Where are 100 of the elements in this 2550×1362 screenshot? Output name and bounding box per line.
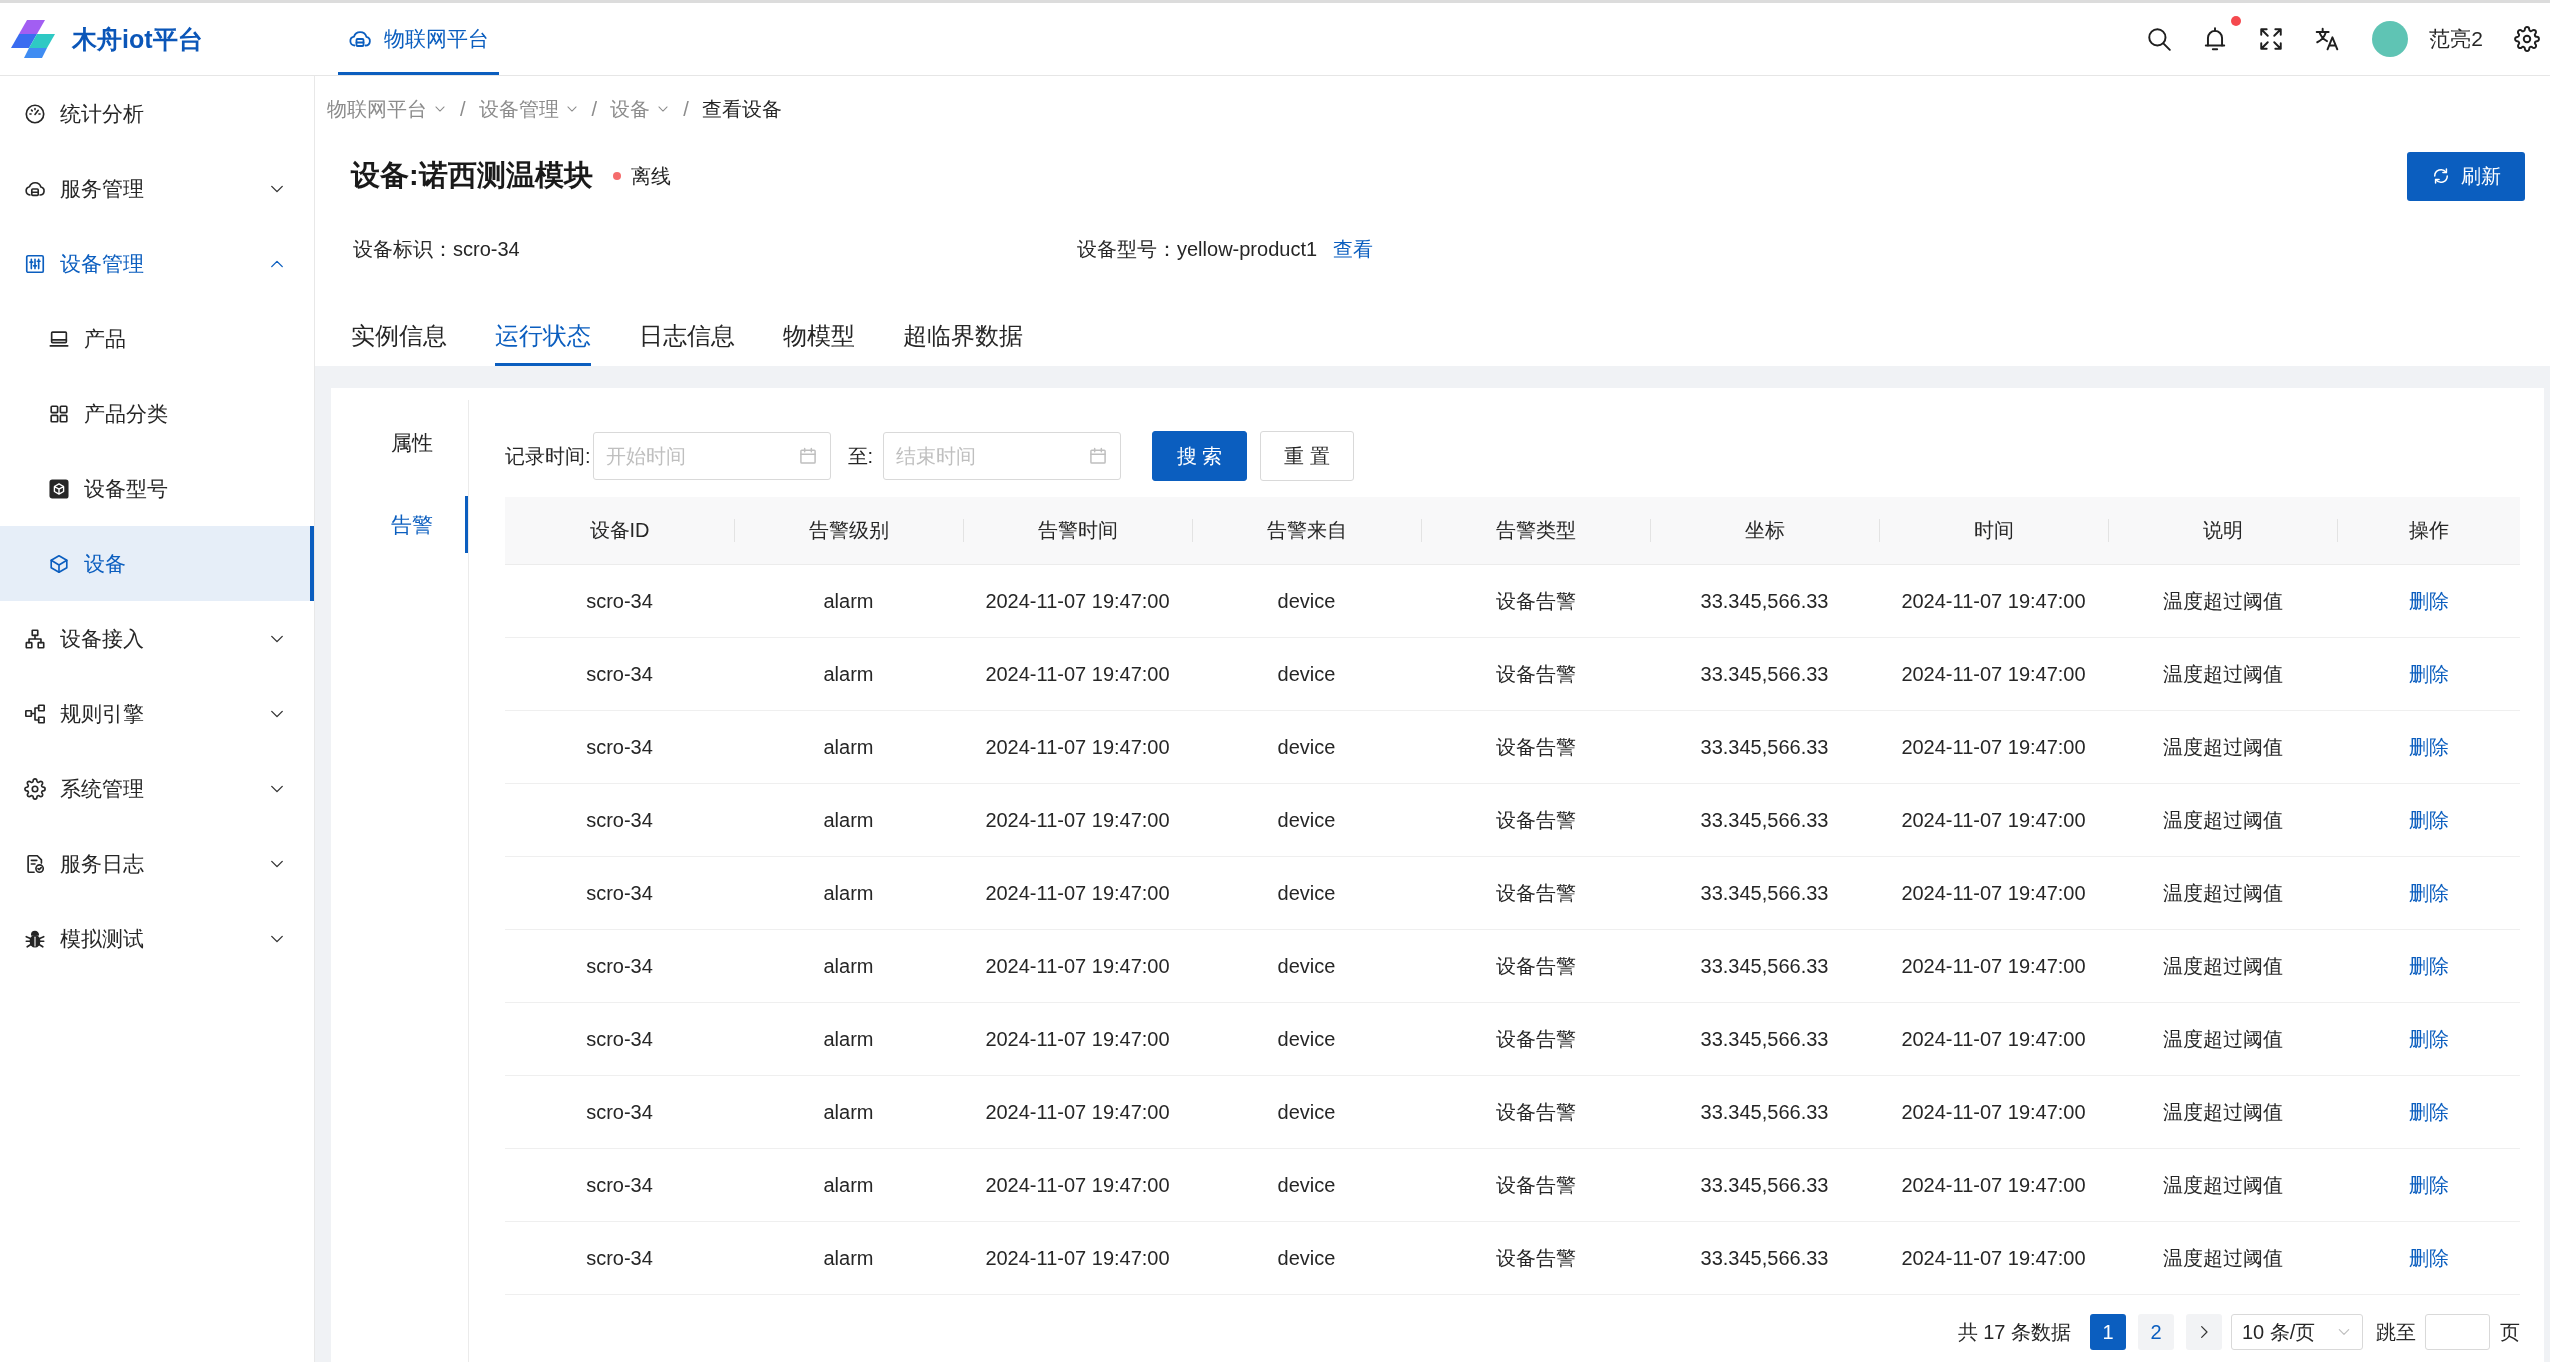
table-cell-text: 温度超过阈值 xyxy=(2161,953,2284,979)
table-cell-text: alarm xyxy=(822,807,875,833)
table-cell-text: 2024-11-07 19:47:00 xyxy=(984,1099,1171,1125)
table-cell-text: scro-34 xyxy=(585,1245,654,1271)
jump-page-field[interactable] xyxy=(2425,1314,2490,1350)
search-icon[interactable] xyxy=(2146,26,2173,52)
delete-link[interactable]: 删除 xyxy=(2408,733,2449,761)
page-size-select[interactable]: 10 条/页 xyxy=(2231,1314,2363,1350)
side-tab[interactable]: 告警 xyxy=(331,496,468,553)
tab[interactable]: 实例信息 xyxy=(351,319,447,366)
delete-link[interactable]: 删除 xyxy=(2408,1171,2449,1199)
date-field[interactable]: 开始时间 xyxy=(592,432,831,480)
user-name[interactable]: 范亮2 xyxy=(2429,25,2483,53)
delete-link[interactable]: 删除 xyxy=(2408,879,2449,907)
table-cell-text: alarm xyxy=(822,953,875,979)
sidebar-item[interactable]: 设备接入 xyxy=(0,601,314,676)
table-cell-text: device xyxy=(1276,953,1337,979)
view-link[interactable]: 查看 xyxy=(1333,235,1374,263)
breadcrumb-link[interactable]: 设备 xyxy=(610,94,671,124)
breadcrumb-link[interactable]: 物联网平台 xyxy=(327,94,447,124)
info-label: 设备标识： xyxy=(353,237,453,262)
table-cell-text: 2024-11-07 19:47:00 xyxy=(984,588,1171,614)
settings-icon[interactable] xyxy=(2514,26,2540,52)
tab[interactable]: 物模型 xyxy=(783,319,855,366)
table-cell-text: 设备告警 xyxy=(1494,734,1577,760)
table-cell-text: 2024-11-07 19:47:00 xyxy=(1900,953,2087,979)
sidebar-item[interactable]: 模拟测试 xyxy=(0,901,314,976)
table-cell-text: 设备告警 xyxy=(1494,807,1577,833)
delete-link[interactable]: 删除 xyxy=(2408,1098,2449,1126)
table-cell-text: alarm xyxy=(822,1172,875,1198)
cube-square-icon xyxy=(48,477,70,500)
delete-link[interactable]: 删除 xyxy=(2408,1244,2449,1272)
table-cell-text: 33.345,566.33 xyxy=(1699,588,1830,614)
column-header: 告警时间 xyxy=(963,497,1192,564)
table-cell-text: 33.345,566.33 xyxy=(1699,880,1830,906)
cube-icon xyxy=(48,552,70,575)
tab[interactable]: 日志信息 xyxy=(639,319,735,366)
table-cell-text: device xyxy=(1276,1172,1337,1198)
table-cell-text: 设备告警 xyxy=(1494,880,1577,906)
breadcrumb-link[interactable]: 设备管理 xyxy=(478,94,579,124)
delete-link[interactable]: 删除 xyxy=(2408,952,2449,980)
table-cell-text: 2024-11-07 19:47:00 xyxy=(984,1245,1171,1271)
sidebar-item[interactable]: 产品 xyxy=(0,301,314,376)
table-cell-text: alarm xyxy=(822,1026,875,1052)
delete-link[interactable]: 删除 xyxy=(2408,660,2449,688)
grid-icon xyxy=(48,402,70,425)
side-tab[interactable]: 属性 xyxy=(331,414,468,471)
table-cell-text: device xyxy=(1276,661,1337,687)
page-button[interactable]: 2 xyxy=(2138,1314,2174,1350)
table-cell-text: 温度超过阈值 xyxy=(2161,588,2284,614)
delete-link[interactable]: 删除 xyxy=(2408,1025,2449,1053)
table-cell-text: 设备告警 xyxy=(1494,1172,1577,1198)
sidebar-item[interactable]: 服务日志 xyxy=(0,826,314,901)
table-cell-text: scro-34 xyxy=(585,1026,654,1052)
table-cell-text: alarm xyxy=(822,734,875,760)
column-header: 告警来自 xyxy=(1192,497,1421,564)
column-header: 坐标 xyxy=(1650,497,1879,564)
sidebar-item[interactable]: 统计分析 xyxy=(0,76,314,151)
table-cell-text: 温度超过阈值 xyxy=(2161,1172,2284,1198)
table-cell-text: scro-34 xyxy=(585,734,654,760)
delete-link[interactable]: 删除 xyxy=(2408,587,2449,615)
fullscreen-icon[interactable] xyxy=(2258,26,2285,52)
search-button[interactable]: 搜 索 xyxy=(1152,431,1248,481)
table-cell-text: 温度超过阈值 xyxy=(2161,880,2284,906)
sidebar-item[interactable]: 设备管理 xyxy=(0,226,314,301)
table-cell-text: scro-34 xyxy=(585,588,654,614)
table-cell-text: device xyxy=(1276,1026,1337,1052)
nav-tab[interactable]: 物联网平台 xyxy=(338,3,499,75)
reset-button[interactable]: 重 置 xyxy=(1260,431,1355,481)
table-cell-text: 2024-11-07 19:47:00 xyxy=(984,734,1171,760)
table-cell-text: 33.345,566.33 xyxy=(1699,1245,1830,1271)
date-field[interactable]: 结束时间 xyxy=(883,432,1122,480)
tab[interactable]: 超临界数据 xyxy=(903,319,1023,366)
breadcrumb-separator: / xyxy=(459,97,467,122)
page-button[interactable]: 1 xyxy=(2090,1314,2126,1350)
table-cell-text: 温度超过阈值 xyxy=(2161,807,2284,833)
table-cell-text: scro-34 xyxy=(585,1099,654,1125)
table-cell-text: 设备告警 xyxy=(1494,1245,1577,1271)
sidebar-item[interactable]: 产品分类 xyxy=(0,376,314,451)
table-cell-text: 设备告警 xyxy=(1494,953,1577,979)
table-cell-text: scro-34 xyxy=(585,880,654,906)
delete-link[interactable]: 删除 xyxy=(2408,806,2449,834)
sidebar-item[interactable]: 设备 xyxy=(0,526,314,601)
column-header: 说明 xyxy=(2108,497,2337,564)
table-cell-text: 设备告警 xyxy=(1494,588,1577,614)
range-separator-label: 至: xyxy=(847,443,874,469)
table-cell-text: 2024-11-07 19:47:00 xyxy=(984,661,1171,687)
table-cell-text: 2024-11-07 19:47:00 xyxy=(984,1026,1171,1052)
sidebar-item[interactable]: 系统管理 xyxy=(0,751,314,826)
sidebar-item[interactable]: 服务管理 xyxy=(0,151,314,226)
sidebar-item[interactable]: 设备型号 xyxy=(0,451,314,526)
table-cell-text: 2024-11-07 19:47:00 xyxy=(1900,1026,2087,1052)
translate-icon[interactable] xyxy=(2314,26,2341,52)
table-cell-text: 2024-11-07 19:47:00 xyxy=(1900,588,2087,614)
page-title: 设备:诺西测温模块 xyxy=(351,158,593,193)
table-cell-text: 33.345,566.33 xyxy=(1699,807,1830,833)
table-cell-text: 33.345,566.33 xyxy=(1699,734,1830,760)
column-header: 时间 xyxy=(1879,497,2108,564)
sidebar-item[interactable]: 规则引擎 xyxy=(0,676,314,751)
refresh-button[interactable]: 刷新 xyxy=(2407,151,2525,201)
